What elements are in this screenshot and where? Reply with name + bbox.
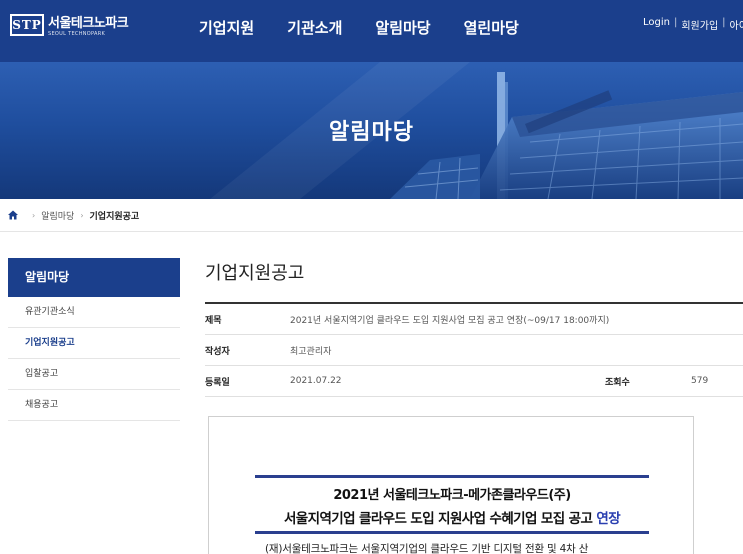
views-label: 조회수 [605, 377, 630, 388]
sidebar: 알림마당 유관기관소식 기업지원공고 입찰공고 채용공고 [8, 258, 180, 421]
chevron-right-icon: › [80, 210, 84, 220]
sidebar-item-business-support[interactable]: 기업지원공고 [8, 328, 180, 359]
breadcrumb: › 알림마당 › 기업지원공고 [0, 199, 743, 232]
poster-title-line1: 2021년 서울테크노파크-메가존클라우드(주) [333, 488, 571, 503]
chevron-right-icon: › [32, 210, 36, 220]
poster-body-text: (재)서울테크노파크는 서울지역기업의 클라우드 기반 디지털 전환 및 4차 … [265, 543, 589, 554]
id-link[interactable]: 아이 [730, 17, 743, 32]
main-nav: 기업지원 기관소개 알림마당 열린마당 [199, 17, 552, 38]
site-header: STP 서울테크노파크 SEOUL TECHNOPARK 기업지원 기관소개 알… [0, 0, 743, 62]
poster-title-line2: 서울지역기업 클라우드 도입 지원사업 수혜기업 모집 공고 연장 [255, 507, 649, 527]
post-date: 2021.07.22 [290, 376, 342, 386]
nav-item-open-board[interactable]: 열린마당 [464, 17, 519, 38]
nav-item-notice[interactable]: 알림마당 [375, 17, 430, 38]
poster-title-accent: 연장 [596, 511, 621, 527]
login-link[interactable]: Login [643, 17, 670, 32]
nav-item-business-support[interactable]: 기업지원 [199, 17, 254, 38]
home-icon[interactable] [8, 210, 18, 220]
banner-title: 알림마당 [329, 120, 414, 145]
breadcrumb-item-notice[interactable]: 알림마당 [41, 209, 74, 222]
date-label: 등록일 [205, 377, 230, 388]
post-poster-image: 2021년 서울테크노파크-메가존클라우드(주) 서울지역기업 클라우드 도입 … [208, 416, 694, 554]
post-info-table: 제목 2021년 서울지역기업 클라우드 도입 지원사업 모집 공고 연장(~0… [205, 302, 743, 397]
info-row-subject: 제목 2021년 서울지역기업 클라우드 도입 지원사업 모집 공고 연장(~0… [205, 304, 743, 335]
page-banner: 알림마당 [0, 62, 743, 199]
util-separator: | [673, 17, 678, 28]
logo-mark: STP [10, 13, 44, 36]
poster-title-text: 서울지역기업 클라우드 도입 지원사업 수혜기업 모집 공고 [283, 511, 593, 527]
sidebar-item-bidding[interactable]: 입찰공고 [8, 359, 180, 390]
sidebar-item-related-news[interactable]: 유관기관소식 [8, 297, 180, 328]
util-links: Login | 회원가입 | 아이 [643, 17, 743, 32]
info-row-author: 작성자 최고관리자 [205, 335, 743, 366]
poster-heading: 2021년 서울테크노파크-메가존클라우드(주) 서울지역기업 클라우드 도입 … [255, 475, 649, 534]
logo-name: 서울테크노파크 [48, 16, 129, 31]
subject-label: 제목 [205, 315, 222, 326]
util-separator: | [722, 17, 726, 28]
breadcrumb-current: 기업지원공고 [89, 211, 140, 222]
author-label: 작성자 [205, 346, 230, 357]
join-link[interactable]: 회원가입 [681, 17, 718, 32]
nav-item-about[interactable]: 기관소개 [287, 17, 342, 38]
page-title: 기업지원공고 [205, 263, 305, 284]
post-views: 579 [691, 376, 709, 386]
sidebar-title: 알림마당 [8, 258, 180, 297]
post-subject: 2021년 서울지역기업 클라우드 도입 지원사업 모집 공고 연장(~09/1… [290, 315, 610, 326]
site-logo[interactable]: STP 서울테크노파크 SEOUL TECHNOPARK [10, 12, 129, 37]
logo-text: 서울테크노파크 SEOUL TECHNOPARK [48, 12, 129, 37]
sidebar-item-recruitment[interactable]: 채용공고 [8, 390, 180, 421]
post-author: 최고관리자 [290, 346, 332, 357]
logo-subtitle: SEOUL TECHNOPARK [48, 31, 106, 37]
info-row-date: 등록일 2021.07.22 조회수 579 [205, 366, 743, 397]
